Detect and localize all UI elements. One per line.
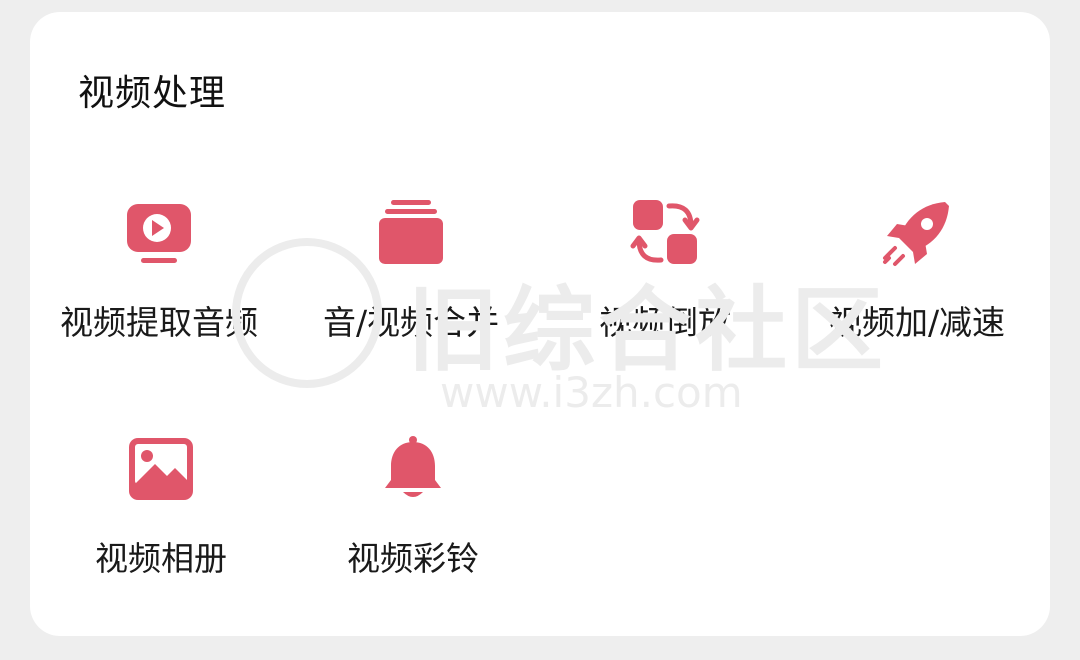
tool-reverse[interactable]: 视频倒放	[540, 198, 790, 344]
tool-video-album[interactable]: 视频相册	[36, 434, 286, 580]
tool-label: 视频彩铃	[347, 539, 479, 578]
tool-label: 视频倒放	[599, 303, 731, 342]
swap-reverse-icon	[629, 198, 701, 270]
tool-extract-audio[interactable]: 视频提取音频	[34, 198, 284, 344]
tool-video-ringtone[interactable]: 视频彩铃	[288, 434, 538, 580]
tool-label: 视频加/减速	[828, 303, 1006, 342]
play-video-icon	[123, 198, 195, 270]
tool-speed[interactable]: 视频加/减速	[792, 198, 1042, 344]
tool-label: 视频提取音频	[60, 303, 258, 342]
stack-layers-icon	[375, 198, 447, 270]
rocket-icon	[881, 198, 953, 270]
video-processing-card: 视频处理 视频提取音频 音/视频合并 视频倒放 视频加/减速 视频相册 视频彩铃	[30, 12, 1050, 636]
image-album-icon	[125, 434, 197, 506]
bell-icon	[377, 434, 449, 506]
tool-label: 视频相册	[95, 539, 227, 578]
tool-merge-av[interactable]: 音/视频合并	[286, 198, 536, 344]
tool-label: 音/视频合并	[322, 303, 500, 342]
section-title: 视频处理	[78, 73, 227, 114]
